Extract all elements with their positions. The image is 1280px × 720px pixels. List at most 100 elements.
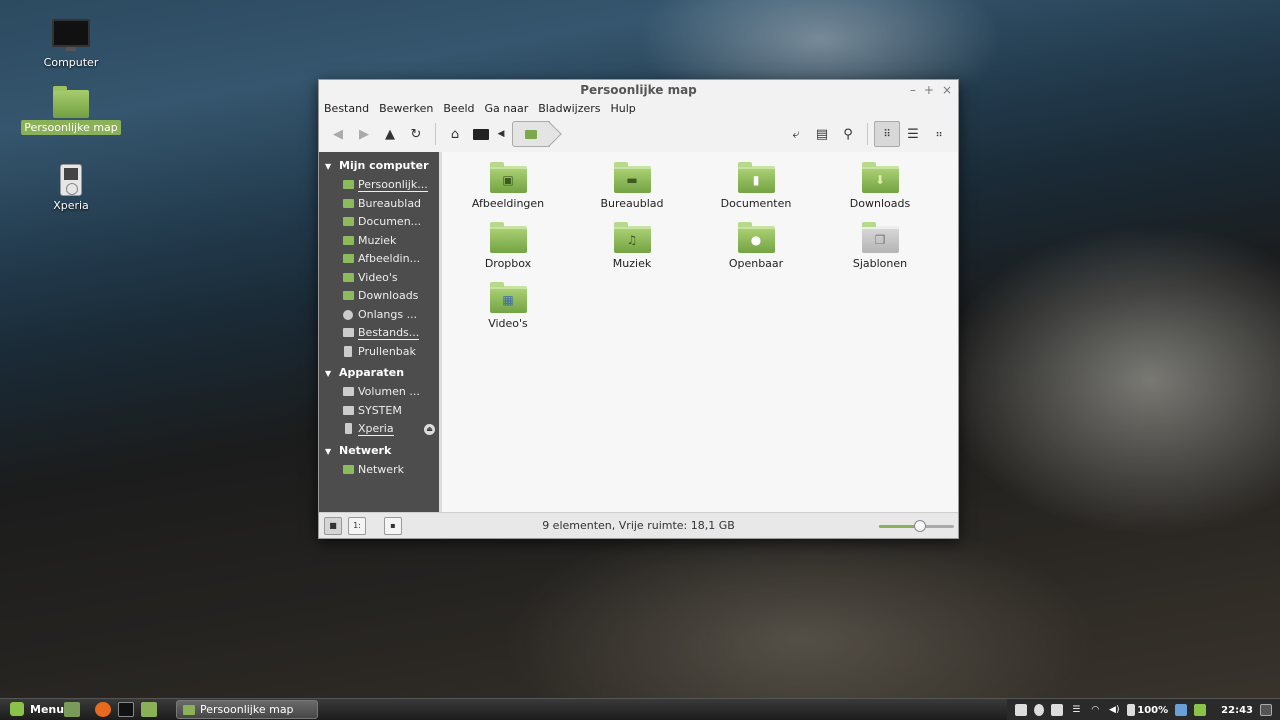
- new-folder-button[interactable]: ▤: [809, 121, 835, 147]
- sidebar-item-network[interactable]: Netwerk: [319, 461, 439, 480]
- firefox-icon[interactable]: [95, 702, 111, 717]
- task-label: Persoonlijke map: [200, 703, 294, 716]
- file-manager-window: Persoonlijke map – + × Bestand Bewerken …: [318, 79, 959, 539]
- file-name: Openbaar: [728, 257, 784, 270]
- show-desktop-icon[interactable]: [64, 702, 80, 717]
- up-button[interactable]: ▲: [377, 121, 403, 147]
- home-folder-icon: [53, 86, 89, 118]
- sidebar-item-muziek[interactable]: Muziek: [319, 232, 439, 251]
- update-shield-icon[interactable]: [1194, 704, 1207, 716]
- menu-bewerken[interactable]: Bewerken: [379, 100, 433, 117]
- sidebar-section-network[interactable]: ▼ Netwerk: [319, 441, 439, 461]
- path-back-arrow[interactable]: ◀: [494, 121, 508, 147]
- documents-folder-icon: [343, 217, 354, 226]
- home-button[interactable]: ⌂: [442, 121, 468, 147]
- reload-icon: ↻: [410, 126, 422, 142]
- file-item-downloads[interactable]: ⬇ Downloads: [825, 162, 935, 210]
- file-item-openbaar[interactable]: ● Openbaar: [701, 222, 811, 270]
- minimize-button[interactable]: –: [910, 80, 916, 100]
- menu-button[interactable]: Menu: [10, 702, 64, 716]
- menu-beeld[interactable]: Beeld: [443, 100, 474, 117]
- volume-icon[interactable]: ◀): [1108, 704, 1120, 716]
- home-folder-icon: [343, 180, 354, 189]
- clipboard-icon[interactable]: [1051, 704, 1064, 716]
- home-icon: ⌂: [450, 126, 460, 142]
- dropbox-icon[interactable]: [1175, 704, 1188, 716]
- compact-view-button[interactable]: ⠶: [926, 121, 952, 147]
- sidebar-item-trash[interactable]: Prullenbak: [319, 343, 439, 362]
- file-item-muziek[interactable]: ♫ Muziek: [577, 222, 687, 270]
- show-desktop-icon[interactable]: [1260, 704, 1272, 716]
- file-name: Muziek: [612, 257, 652, 270]
- arrow-right-icon: ▶: [359, 126, 369, 142]
- clock[interactable]: 22:43: [1221, 705, 1253, 716]
- file-name: Documenten: [720, 197, 792, 210]
- file-name: Downloads: [849, 197, 911, 210]
- open-terminal-button[interactable]: ⤶: [783, 121, 809, 147]
- sidebar-item-bureaublad[interactable]: Bureaublad: [319, 195, 439, 214]
- wifi-icon[interactable]: ◠: [1089, 704, 1101, 716]
- file-item-videos[interactable]: ▦ Video's: [453, 282, 563, 330]
- desktop-icon-home[interactable]: Persoonlijke map: [21, 86, 121, 135]
- desktop-icon-label: Computer: [43, 56, 99, 69]
- sidebar-item-afbeeldingen[interactable]: Afbeeldin...: [319, 250, 439, 269]
- drive-icon: [343, 328, 354, 337]
- sidebar-item-xperia[interactable]: Xperia ⏏: [319, 420, 439, 439]
- eject-icon[interactable]: ⏏: [424, 424, 435, 435]
- computer-button[interactable]: [468, 121, 494, 147]
- desktop-folder-icon: ▬: [613, 162, 651, 193]
- icon-view-button[interactable]: ⠿: [874, 121, 900, 147]
- menu-hulp[interactable]: Hulp: [611, 100, 636, 117]
- search-button[interactable]: ⚲: [835, 121, 861, 147]
- sidebar-item-videos[interactable]: Video's: [319, 269, 439, 288]
- status-bar: ■ 1: ▪ 9 elementen, Vrije ruimte: 18,1 G…: [319, 512, 958, 538]
- terminal-icon[interactable]: [118, 702, 134, 717]
- file-item-afbeeldingen[interactable]: ▣ Afbeeldingen: [453, 162, 563, 210]
- file-item-dropbox[interactable]: Dropbox: [453, 222, 563, 270]
- keyboard-icon[interactable]: [1015, 704, 1028, 716]
- sidebar-item-filesystem[interactable]: Bestands...: [319, 324, 439, 343]
- file-name: Dropbox: [484, 257, 532, 270]
- file-item-bureaublad[interactable]: ▬ Bureaublad: [577, 162, 687, 210]
- sidebar-item-system[interactable]: SYSTEM: [319, 402, 439, 421]
- files-icon[interactable]: [141, 702, 157, 717]
- sidebar-item-documenten[interactable]: Documen...: [319, 213, 439, 232]
- user-icon[interactable]: [1034, 704, 1045, 716]
- compact-icon: ⠶: [935, 128, 943, 140]
- file-item-sjablonen[interactable]: ❐ Sjablonen: [825, 222, 935, 270]
- close-button[interactable]: ×: [942, 80, 952, 100]
- title-bar[interactable]: Persoonlijke map – + ×: [319, 80, 958, 100]
- zoom-slider[interactable]: [879, 520, 954, 532]
- taskbar-panel: Menu Persoonlijke map ☰ ◠ ◀) 100% 22:43: [0, 698, 1280, 720]
- downloads-folder-icon: [343, 291, 354, 300]
- menu-bestand[interactable]: Bestand: [324, 100, 369, 117]
- sidebar-item-persoonlijke-map[interactable]: Persoonlijk...: [319, 176, 439, 195]
- terminal-icon: ⤶: [792, 126, 800, 142]
- maximize-button[interactable]: +: [924, 80, 934, 100]
- file-name: Video's: [488, 317, 528, 330]
- taskbar-item-file-manager[interactable]: Persoonlijke map: [176, 700, 318, 719]
- desktop-icon-computer[interactable]: Computer: [21, 19, 121, 70]
- mint-logo-icon: [10, 702, 24, 716]
- sidebar-item-downloads[interactable]: Downloads: [319, 287, 439, 306]
- menu-ga-naar[interactable]: Ga naar: [485, 100, 529, 117]
- battery-icon[interactable]: [1127, 704, 1136, 716]
- breadcrumb-home[interactable]: [512, 121, 550, 147]
- reload-button[interactable]: ↻: [403, 121, 429, 147]
- sidebar-item-recent[interactable]: Onlangs ...: [319, 306, 439, 325]
- file-item-documenten[interactable]: ▮ Documenten: [701, 162, 811, 210]
- sidebar-section-devices[interactable]: ▼ Apparaten: [319, 363, 439, 383]
- back-button[interactable]: ◀: [325, 121, 351, 147]
- desktop-folder-icon: [343, 198, 354, 208]
- media-player-icon: [345, 423, 352, 434]
- network-icon[interactable]: ☰: [1070, 704, 1082, 716]
- sidebar-section-computer[interactable]: ▼ Mijn computer: [319, 156, 439, 176]
- menu-bladwijzers[interactable]: Bladwijzers: [538, 100, 600, 117]
- sidebar-item-volume[interactable]: Volumen ...: [319, 383, 439, 402]
- forward-button[interactable]: ▶: [351, 121, 377, 147]
- list-view-button[interactable]: ☰: [900, 121, 926, 147]
- pictures-folder-icon: [343, 254, 354, 263]
- folder-icon: ▤: [815, 126, 829, 142]
- desktop-icon-label: Persoonlijke map: [21, 120, 121, 135]
- desktop-icon-xperia[interactable]: Xperia: [21, 164, 121, 213]
